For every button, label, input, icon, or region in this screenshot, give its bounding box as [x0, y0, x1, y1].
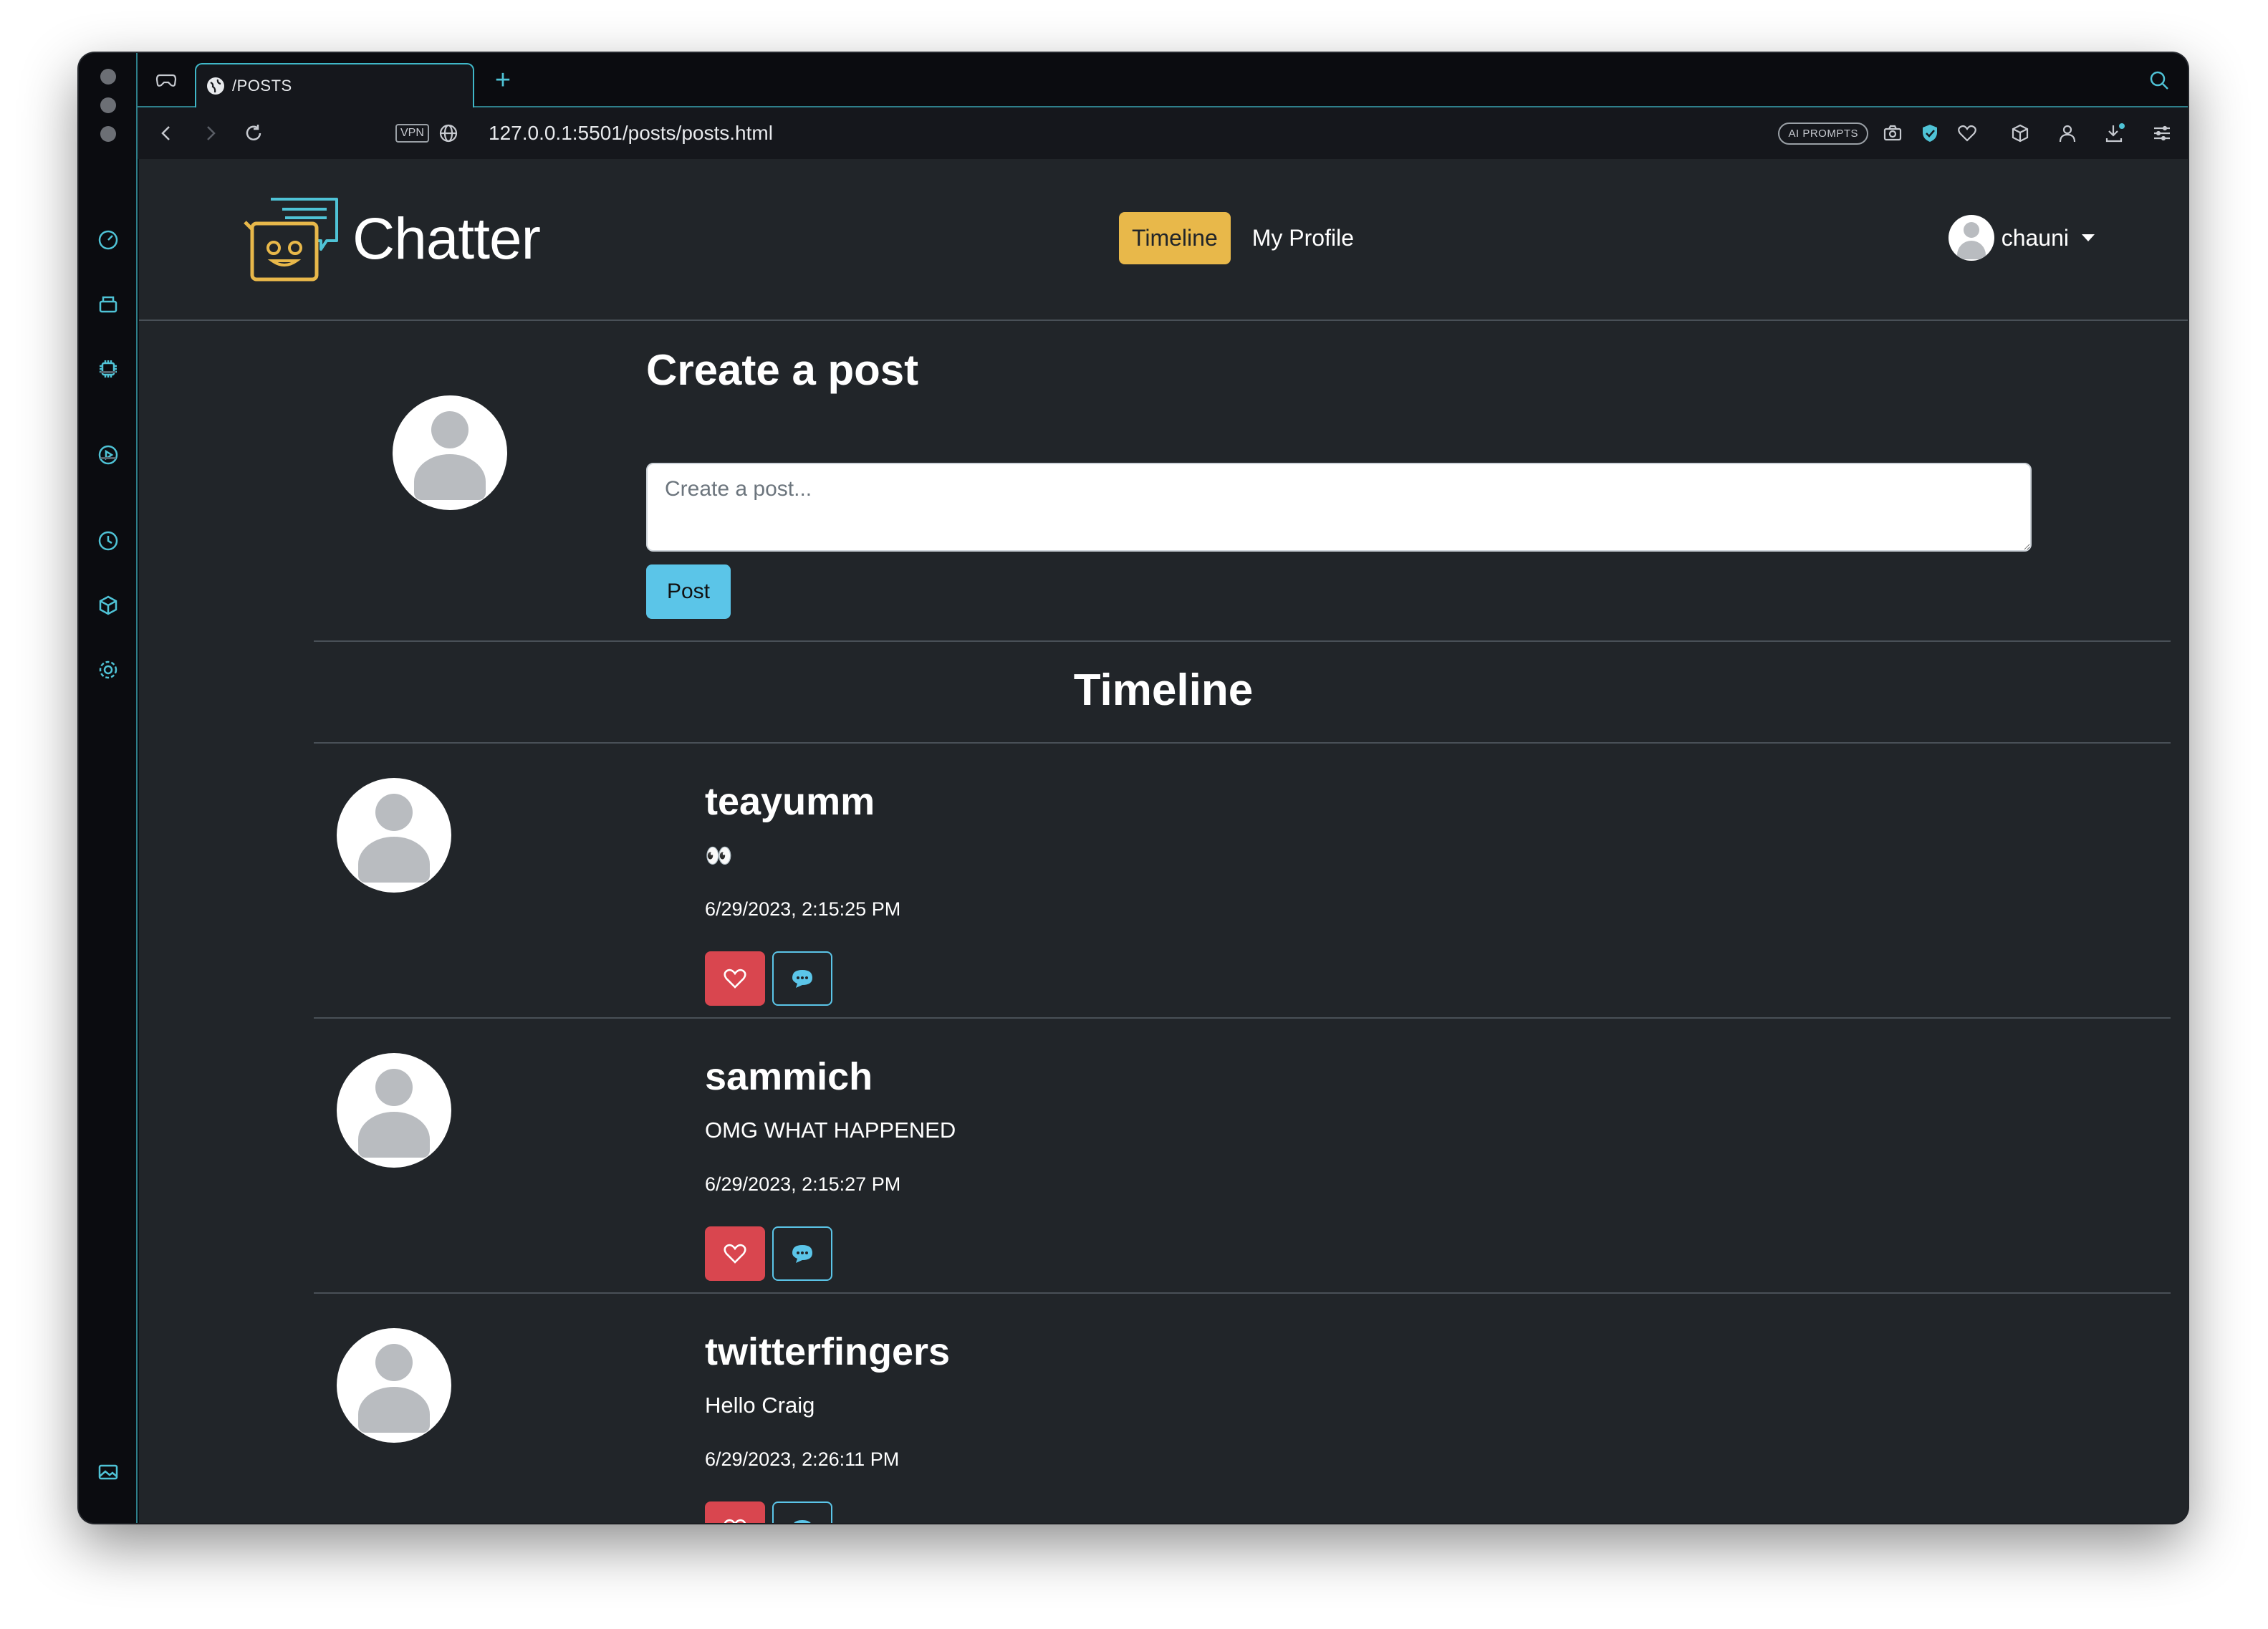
post-username[interactable]: teayumm	[705, 779, 875, 824]
browser-window: ⋯ /POSTS + VPN 127.0.0.1:5501/pos	[79, 53, 2188, 1523]
post-username[interactable]: sammich	[705, 1054, 873, 1099]
post-author-avatar[interactable]	[337, 778, 451, 893]
address-bar: VPN 127.0.0.1:5501/posts/posts.html AI P…	[138, 107, 2188, 159]
timeline-post: twitterfingers Hello Craig 6/29/2023, 2:…	[314, 1294, 2171, 1523]
main-nav: Timeline My Profile	[1119, 212, 1367, 264]
camera-icon[interactable]	[1878, 119, 1907, 148]
post-username[interactable]: twitterfingers	[705, 1330, 950, 1374]
chatter-logo-icon	[244, 198, 338, 282]
username-label: chauni	[2001, 224, 2069, 251]
url-field[interactable]: 127.0.0.1:5501/posts/posts.html	[489, 122, 773, 145]
easy-setup-icon[interactable]	[2148, 119, 2176, 148]
globe-icon	[207, 77, 224, 95]
brand[interactable]: Chatter	[242, 195, 541, 284]
divider	[314, 640, 2171, 642]
post-timestamp: 6/29/2023, 2:26:11 PM	[705, 1448, 900, 1470]
heart-icon	[724, 1519, 746, 1523]
vpn-badge[interactable]: VPN	[395, 124, 429, 143]
account-icon[interactable]	[2053, 119, 2082, 148]
extensions-icon[interactable]	[2006, 119, 2034, 148]
sidebar-divider	[100, 457, 116, 459]
like-button[interactable]	[705, 951, 765, 1006]
search-icon[interactable]	[2145, 66, 2173, 95]
timeline-post: teayumm 👀 6/29/2023, 2:15:25 PM	[314, 744, 2171, 1019]
history-icon[interactable]	[93, 526, 123, 556]
post-button[interactable]: Post	[646, 564, 731, 619]
post-timestamp: 6/29/2023, 2:15:25 PM	[705, 898, 901, 920]
nav-link-timeline[interactable]: Timeline	[1119, 212, 1231, 264]
tab-posts[interactable]: /POSTS	[195, 63, 474, 107]
downloads-icon[interactable]	[2100, 119, 2129, 148]
chip-icon[interactable]	[93, 354, 123, 384]
reload-icon[interactable]	[239, 119, 268, 148]
like-button[interactable]	[705, 1501, 765, 1523]
ai-prompts-button[interactable]: AI PROMPTS	[1778, 122, 1868, 145]
window-zoom-dot[interactable]	[100, 126, 116, 142]
comment-button[interactable]	[772, 951, 832, 1006]
user-avatar	[1948, 215, 1994, 261]
comment-bubble-icon	[792, 1245, 812, 1263]
wallet-icon[interactable]	[93, 289, 123, 319]
extensions-cube-icon[interactable]	[93, 590, 123, 620]
chevron-down-icon	[2082, 234, 2095, 241]
comment-button[interactable]	[772, 1226, 832, 1281]
gamepad-icon[interactable]	[152, 66, 181, 95]
gallery-icon[interactable]	[93, 1457, 123, 1487]
settings-gear-icon[interactable]	[93, 655, 123, 685]
post-content: Hello Craig	[705, 1393, 815, 1418]
nav-link-my-profile[interactable]: My Profile	[1239, 212, 1367, 264]
browser-sidebar: ⋯	[79, 53, 138, 1523]
comment-bubble-icon	[792, 970, 812, 988]
forward-icon[interactable]	[196, 119, 225, 148]
current-user-avatar	[393, 395, 507, 510]
create-post-heading: Create a post	[646, 346, 919, 394]
post-author-avatar[interactable]	[337, 1328, 451, 1443]
comment-bubble-icon	[794, 1520, 811, 1523]
favorites-heart-icon[interactable]	[1953, 119, 1981, 148]
web-page: Chatter Timeline My Profile chauni Creat…	[139, 159, 2188, 1523]
heart-icon	[724, 969, 746, 989]
back-icon[interactable]	[152, 119, 181, 148]
sidebar-divider	[100, 371, 116, 373]
post-content: 👀	[705, 843, 733, 868]
speed-dial-icon[interactable]	[93, 225, 123, 255]
site-navbar: Chatter Timeline My Profile chauni	[139, 159, 2188, 321]
tab-bar: /POSTS +	[138, 53, 2188, 107]
post-author-avatar[interactable]	[337, 1053, 451, 1168]
create-post-input[interactable]	[646, 463, 2032, 552]
post-content: OMG WHAT HAPPENED	[705, 1118, 956, 1143]
player-icon[interactable]	[93, 440, 123, 470]
brand-name: Chatter	[352, 206, 541, 272]
shield-check-icon[interactable]	[1916, 119, 1944, 148]
more-options-icon[interactable]: ⋯	[93, 1514, 123, 1524]
new-tab-plus-icon[interactable]: +	[489, 65, 517, 95]
window-minimize-dot[interactable]	[100, 97, 116, 113]
window-close-dot[interactable]	[100, 69, 116, 85]
like-button[interactable]	[705, 1226, 765, 1281]
user-menu-dropdown[interactable]: chauni	[1948, 215, 2095, 261]
site-info-globe-icon[interactable]	[434, 119, 463, 148]
post-timestamp: 6/29/2023, 2:15:27 PM	[705, 1173, 901, 1195]
heart-icon	[724, 1244, 746, 1264]
timeline-post: sammich OMG WHAT HAPPENED 6/29/2023, 2:1…	[314, 1019, 2171, 1294]
tab-title: /POSTS	[232, 77, 292, 95]
timeline-heading: Timeline	[1073, 665, 1254, 715]
comment-button[interactable]	[772, 1501, 832, 1523]
